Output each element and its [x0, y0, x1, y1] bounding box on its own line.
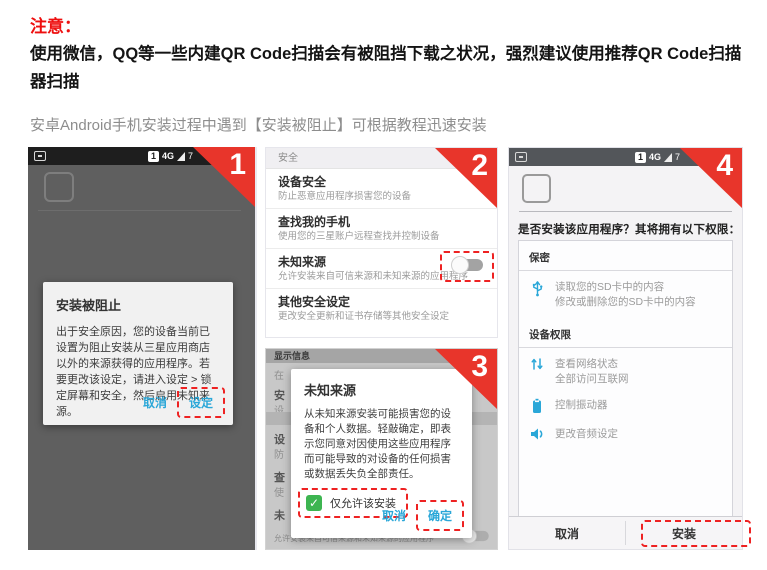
- permission-text: 更改音频设定: [555, 427, 618, 442]
- screenshot-step2: 2 安全 设备安全 防止恶意应用程序损害您的设备 查找我的手机 使用您的三星账户…: [265, 147, 498, 338]
- status-icons: 1 4G 7: [148, 151, 193, 162]
- network-state-icon: [529, 357, 545, 375]
- permission-item-network: 查看网络状态 全部访问互联网: [519, 348, 732, 389]
- permissions-panel: 保密 读取您的SD卡中的内容 修改或删除您的SD卡中的内容 设备权限: [518, 240, 733, 518]
- cancel-button[interactable]: 取消: [509, 517, 625, 549]
- settings-button[interactable]: 设定: [177, 387, 225, 418]
- notification-badge: 1: [635, 152, 646, 163]
- section-header-privacy: 保密: [519, 241, 732, 271]
- screenshot-icon: [515, 152, 527, 162]
- step-number: 1: [229, 148, 246, 181]
- dialog-title: 安装被阻止: [56, 295, 220, 314]
- status-icons: 1 4G 7: [635, 152, 680, 163]
- screenshot-step3: 显示信息 3 在 安 设 设 防 查 使 未 允许安装来自可信来源和未知来源的应…: [265, 348, 498, 550]
- install-prompt-title: 是否安装该应用程序？其将拥有以下权限：: [518, 221, 740, 237]
- install-button-bar: 取消 安装: [509, 516, 742, 549]
- notice-body: 使用微信，QQ等一些内建QR Code扫描会有被阻挡下载之状况，强烈建议使用推荐…: [30, 40, 746, 96]
- cancel-button[interactable]: 取消: [372, 502, 416, 529]
- setting-row-other-security[interactable]: 其他安全设定 更改安全更新和证书存储等其他安全设定: [266, 289, 497, 328]
- signal-strength-icon: [177, 152, 185, 161]
- dimmed-text: 使: [274, 484, 284, 499]
- step-number: 4: [716, 149, 733, 182]
- permission-item-vibration: 控制振动器: [519, 389, 732, 418]
- screenshot-step1: 1 4G 7 1 安装被阻止 出于安全原因，您的设备当前已设置为阻止安装从三星应…: [28, 147, 257, 550]
- permission-item-storage: 读取您的SD卡中的内容 修改或删除您的SD卡中的内容: [519, 271, 732, 312]
- dialog-buttons: 取消 确定: [372, 500, 464, 531]
- dimmed-text: 防: [274, 446, 284, 461]
- permission-text: 控制振动器: [555, 398, 608, 413]
- step-number: 2: [471, 149, 488, 182]
- app-icon-placeholder: [522, 174, 551, 203]
- permission-item-audio: 更改音频设定: [519, 418, 732, 447]
- dimmed-text: 在: [274, 367, 284, 382]
- screenshot-step4: 1 4G 7 4 是否安装该应用程序？其将拥有以下权限： 保密: [508, 147, 743, 550]
- toggle-knob: [451, 256, 469, 274]
- dimmed-text: 未: [274, 507, 285, 523]
- tutorial-subtitle: 安卓Android手机安装过程中遇到【安装被阻止】可根据教程迅速安装: [30, 114, 487, 135]
- checkbox-checked-icon[interactable]: ✓: [306, 495, 322, 511]
- install-highlight-box: [641, 520, 751, 547]
- unknown-sources-toggle[interactable]: [451, 256, 485, 274]
- setting-desc: 更改安全更新和证书存储等其他安全设定: [278, 311, 485, 323]
- divider: [38, 210, 241, 211]
- screenshot-icon: [34, 151, 46, 161]
- setting-title: 查找我的手机: [278, 215, 485, 230]
- permission-text: 全部访问互联网: [555, 372, 629, 387]
- network-type-icon: 4G: [162, 151, 174, 161]
- vibration-icon: [529, 398, 545, 416]
- app-icon-placeholder: [44, 172, 74, 202]
- dimmed-text: 安: [274, 387, 285, 403]
- notice-title: 注意：: [30, 12, 81, 37]
- dialog-body: 从未知来源安装可能损害您的设备和个人数据。轻敲确定，即表示您同意对因使用这些应用…: [304, 407, 459, 482]
- divider: [519, 211, 732, 212]
- dimmed-text: 查: [274, 469, 285, 485]
- audio-settings-icon: [529, 427, 545, 445]
- install-blocked-dialog: 安装被阻止 出于安全原因，您的设备当前已设置为阻止安装从三星应用商店以外的来源获…: [43, 282, 233, 425]
- dialog-buttons: 取消 设定: [133, 387, 225, 418]
- section-header-device: 设备权限: [519, 318, 732, 348]
- cancel-button[interactable]: 取消: [133, 389, 177, 416]
- network-type-icon: 4G: [649, 152, 661, 162]
- step-number: 3: [471, 350, 488, 383]
- tutorial-page: 注意： 使用微信，QQ等一些内建QR Code扫描会有被阻挡下载之状况，强烈建议…: [0, 0, 767, 570]
- setting-row-unknown-sources[interactable]: 未知来源 允许安装来自可信来源和未知来源的应用程序: [266, 249, 497, 289]
- usb-storage-icon: [529, 280, 545, 298]
- setting-row-find-my-phone[interactable]: 查找我的手机 使用您的三星账户远程查找并控制设备: [266, 209, 497, 249]
- permission-text: 查看网络状态: [555, 357, 629, 372]
- dimmed-text: 设: [274, 431, 285, 447]
- permission-text: 修改或删除您的SD卡中的内容: [555, 295, 696, 310]
- setting-title: 其他安全设定: [278, 295, 485, 310]
- notification-badge: 1: [148, 151, 159, 162]
- confirm-button[interactable]: 确定: [416, 500, 464, 531]
- setting-desc: 使用您的三星账户远程查找并控制设备: [278, 231, 485, 243]
- signal-strength-icon: [664, 153, 672, 162]
- permission-text: 读取您的SD卡中的内容: [555, 280, 696, 295]
